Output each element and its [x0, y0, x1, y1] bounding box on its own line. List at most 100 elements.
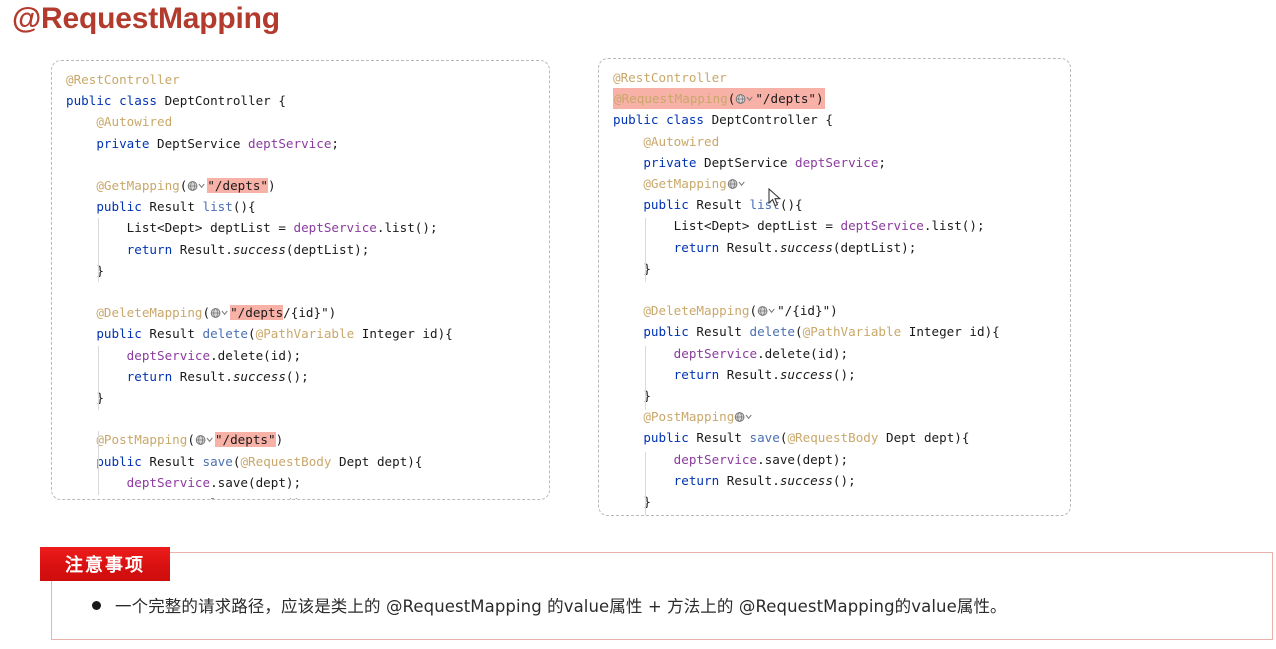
- code-line: public Result save(@RequestBody Dept dep…: [66, 451, 535, 472]
- code-token: Integer id){: [354, 326, 453, 342]
- code-token: (: [179, 178, 188, 193]
- indent-guide: [98, 431, 99, 495]
- code-token: @PathVariable: [802, 324, 902, 340]
- code-line: public Result delete(@PathVariable Integ…: [66, 323, 535, 344]
- code-token: ();: [286, 496, 309, 499]
- code-token: Result: [141, 326, 203, 342]
- code-token: DeptController {: [704, 112, 833, 128]
- code-token: return: [126, 368, 173, 384]
- code-token: public: [96, 453, 142, 469]
- code-line: return Result.success();: [66, 366, 535, 387]
- code-token: @RequestMapping: [614, 91, 728, 107]
- globe-icon[interactable]: [734, 411, 754, 423]
- globe-icon[interactable]: [735, 93, 755, 105]
- code-token: success: [779, 472, 833, 488]
- code-token: @PostMapping: [643, 409, 735, 425]
- code-token: private: [96, 135, 150, 151]
- globe-icon[interactable]: [210, 307, 230, 319]
- code-token: return: [673, 239, 720, 255]
- code-token: @RestController: [66, 72, 180, 87]
- code-token: ();: [832, 366, 856, 382]
- code-token: deptService: [126, 347, 211, 363]
- code-token: success: [779, 239, 833, 255]
- code-line: public class DeptController {: [66, 90, 535, 111]
- code-line: List<Dept> deptList = deptService.list()…: [66, 217, 535, 238]
- code-token: list: [202, 199, 233, 215]
- code-token: @GetMapping: [96, 178, 180, 193]
- inlay-hint[interactable]: [727, 178, 747, 190]
- globe-icon[interactable]: [757, 305, 777, 317]
- code-token: Dept dept){: [878, 430, 970, 446]
- code-line: @Autowired: [613, 131, 1056, 152]
- code-token: deptService: [840, 218, 924, 234]
- code-token: "/{id}": [777, 303, 831, 319]
- code-line: public Result list(){: [66, 196, 535, 217]
- code-lines-left: @RestController public class DeptControll…: [66, 69, 535, 499]
- code-line: return Result.success(deptList);: [66, 239, 535, 260]
- code-line: return Result.success();: [613, 364, 1056, 385]
- code-token: public: [96, 326, 142, 342]
- code-token: ();: [832, 472, 856, 488]
- code-line: @RestController: [613, 67, 1056, 88]
- globe-icon[interactable]: [195, 434, 215, 446]
- inlay-hint[interactable]: [734, 411, 754, 423]
- page-title: @RequestMapping: [12, 2, 280, 35]
- code-token: public: [643, 197, 689, 213]
- code-token: @RequestBody: [240, 453, 332, 469]
- code-token: .delete(id);: [757, 345, 849, 361]
- code-token: delete: [202, 326, 249, 342]
- code-token: return: [127, 496, 173, 499]
- inlay-hint[interactable]: [187, 180, 207, 192]
- code-token: deptService: [293, 220, 377, 236]
- inlay-hint[interactable]: [195, 434, 215, 446]
- globe-icon[interactable]: [727, 178, 747, 190]
- code-line: return Result.success();: [613, 470, 1056, 491]
- code-line: private DeptService deptService;: [613, 152, 1056, 173]
- code-token: (deptList);: [285, 241, 370, 257]
- code-token: return: [126, 241, 173, 257]
- inlay-hint[interactable]: [210, 307, 230, 319]
- code-token: (: [202, 305, 211, 321]
- code-line: public class DeptController {: [613, 109, 1056, 130]
- code-token: Result.: [172, 241, 233, 257]
- code-token: .list();: [376, 220, 438, 236]
- code-token: ;: [331, 135, 339, 151]
- code-token: (){: [232, 199, 256, 215]
- code-token: DeptService: [696, 154, 795, 170]
- code-line: public Result save(@RequestBody Dept dep…: [613, 427, 1056, 448]
- code-token: ): [275, 432, 284, 448]
- code-token: ): [328, 305, 337, 321]
- slide-root: @RequestMapping @RestController public cl…: [0, 0, 1276, 649]
- code-token: deptService: [673, 451, 758, 467]
- highlighted-path-literal: "/depts": [207, 178, 269, 193]
- globe-icon[interactable]: [187, 180, 207, 192]
- code-line: @PostMapping("/depts"): [66, 429, 535, 450]
- inlay-hint[interactable]: [757, 305, 777, 317]
- inlay-hint[interactable]: [735, 93, 755, 105]
- highlighted-path-literal: "/depts: [230, 305, 284, 321]
- code-token: Result.: [172, 368, 233, 384]
- code-panel-right: @RestController @RequestMapping("/depts")…: [598, 58, 1071, 516]
- code-token: ): [268, 178, 276, 193]
- code-token: Result: [688, 324, 750, 340]
- mouse-cursor-icon: [768, 188, 782, 207]
- code-line: @DeleteMapping("/depts/{id}"): [66, 302, 535, 323]
- code-token: Result.: [719, 239, 780, 255]
- indent-guide: [645, 218, 646, 282]
- code-token: (: [248, 326, 256, 342]
- code-token: (: [749, 303, 758, 319]
- code-token: public: [66, 93, 112, 109]
- code-token: Result.: [719, 472, 780, 488]
- code-token: .delete(id);: [210, 347, 302, 363]
- indent-guide: [645, 452, 646, 515]
- indent-guide: [98, 346, 99, 410]
- code-token: return: [673, 366, 720, 382]
- code-token: save: [202, 453, 233, 469]
- code-token: Result: [141, 453, 203, 469]
- code-panel-left: @RestController public class DeptControll…: [51, 60, 550, 500]
- code-token: .list();: [923, 218, 985, 234]
- code-token: Result: [141, 199, 203, 215]
